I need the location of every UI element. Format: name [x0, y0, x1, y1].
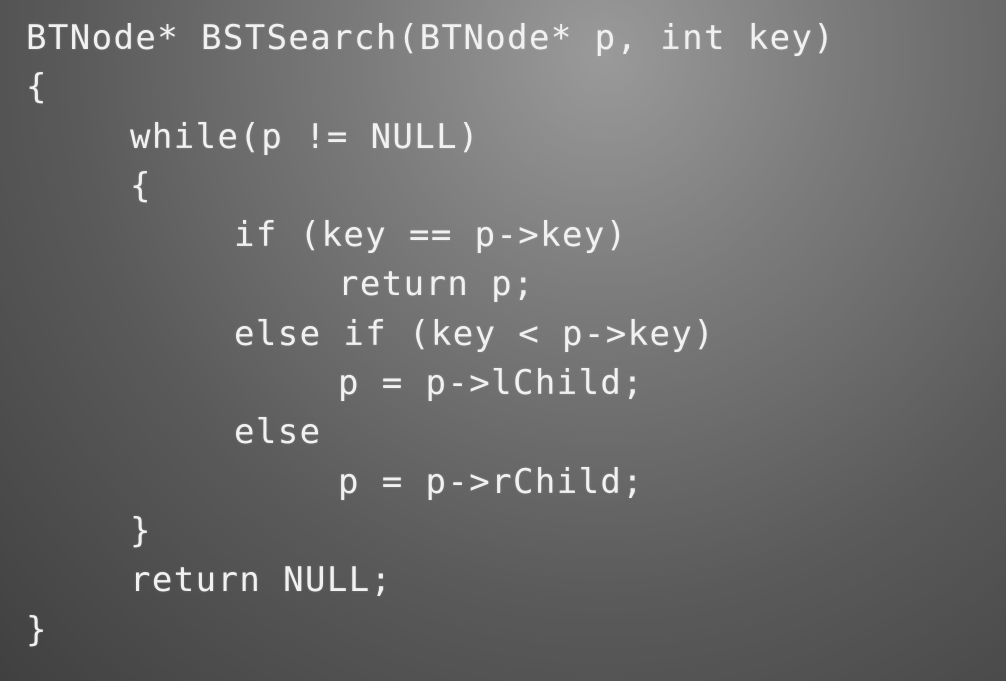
code-line-else-if-less: else if (key < p->key) — [234, 313, 716, 354]
code-line-return-p: return p; — [338, 264, 535, 305]
code-line-assign-lchild: p = p->lChild; — [338, 363, 645, 404]
code-line-while-open-brace: { — [130, 165, 152, 206]
code-slide: BTNode* BSTSearch(BTNode* p, int key) { … — [0, 0, 1006, 681]
code-line-assign-rchild: p = p->rChild; — [338, 461, 645, 502]
code-line-function-open-brace: { — [26, 67, 48, 108]
code-line-function-close-brace: } — [26, 609, 48, 650]
code-line-function-signature: BTNode* BSTSearch(BTNode* p, int key) — [26, 18, 836, 58]
code-line-else: else — [234, 412, 322, 453]
code-line-while-close-brace: } — [130, 510, 152, 551]
code-line-return-null: return NULL; — [130, 560, 393, 601]
code-block: BTNode* BSTSearch(BTNode* p, int key) { … — [26, 14, 835, 655]
code-line-while: while(p != NULL) — [130, 116, 480, 157]
code-line-if-equal: if (key == p->key) — [234, 215, 628, 256]
